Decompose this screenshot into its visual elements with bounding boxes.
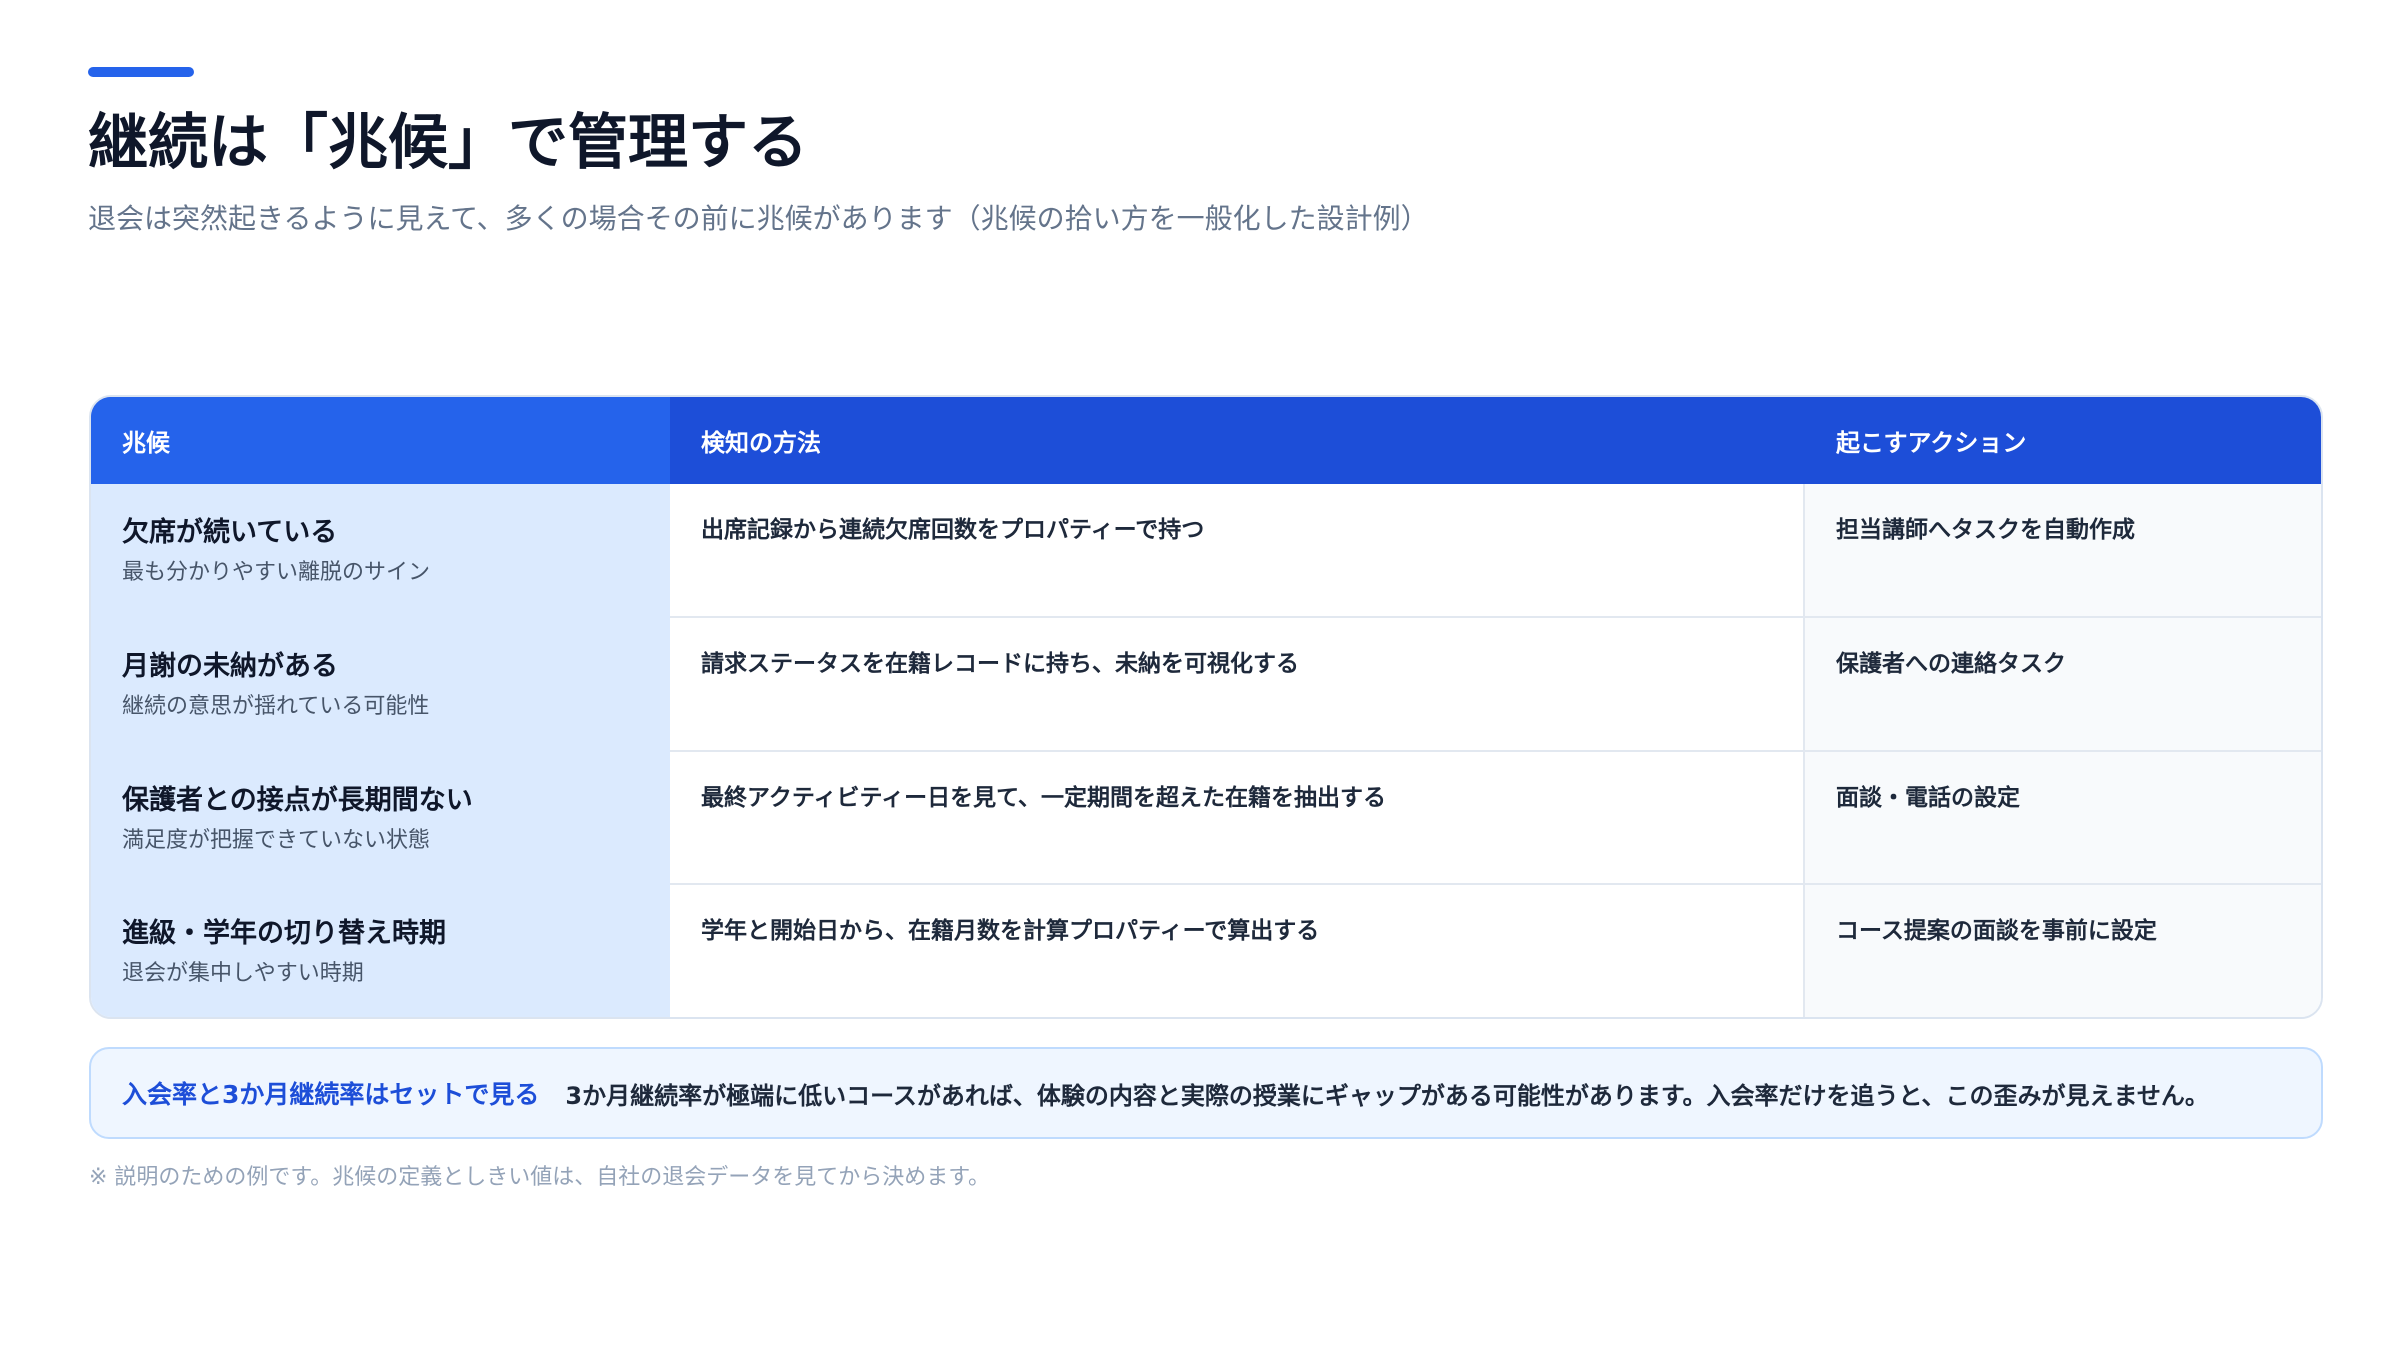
- method-text: 学年と開始日から、在籍月数を計算プロパティーで算出する: [701, 918, 1320, 945]
- title-accent-bar: [88, 67, 194, 77]
- sign-cell: 保護者との接点が長期間ない 満足度が把握できていない状態: [91, 751, 670, 886]
- sign-description: 退会が集中しやすい時期: [122, 961, 364, 987]
- sign-title: 進級・学年の切り替え時期: [122, 918, 446, 950]
- table-row: 保護者との接点が長期間ない 満足度が把握できていない状態 最終アクティビティー日…: [91, 751, 2321, 886]
- table-header: 兆候 検知の方法 起こすアクション: [91, 397, 2321, 484]
- action-text: 担当講師へタスクを自動作成: [1836, 517, 2135, 543]
- column-header-action: 起こすアクション: [1836, 429, 2027, 457]
- action-cell: 担当講師へタスクを自動作成: [1805, 484, 2321, 618]
- sign-cell: 月謝の未納がある 継続の意思が揺れている可能性: [91, 617, 670, 752]
- action-cell: コース提案の面談を事前に設定: [1805, 885, 2321, 1017]
- method-text: 最終アクティビティー日を見て、一定期間を超えた在籍を抽出する: [701, 784, 1386, 811]
- method-cell: 請求ステータスを在籍レコードに持ち、未納を可視化する: [670, 617, 1805, 752]
- table-body: 欠席が続いている 最も分かりやすい離脱のサイン 出席記録から連続欠席回数をプロパ…: [91, 484, 2321, 1017]
- sign-description: 満足度が把握できていない状態: [122, 827, 431, 853]
- method-cell: 最終アクティビティー日を見て、一定期間を超えた在籍を抽出する: [670, 751, 1805, 886]
- action-text: 保護者への連絡タスク: [1836, 650, 2066, 677]
- sign-title: 月謝の未納がある: [122, 650, 338, 682]
- sign-cell: 欠席が続いている 最も分かりやすい離脱のサイン: [91, 484, 670, 618]
- sign-title: 欠席が続いている: [122, 517, 338, 548]
- method-text: 請求ステータスを在籍レコードに持ち、未納を可視化する: [701, 650, 1299, 677]
- method-cell: 出席記録から連続欠席回数をプロパティーで持つ: [670, 484, 1805, 618]
- action-text: 面談・電話の設定: [1836, 784, 2020, 811]
- callout-text: 3か月継続率が極端に低いコースがあれば、体験の内容と実際の授業にギャップがある可…: [565, 1081, 2209, 1110]
- page-subtitle: 退会は突然起きるように見えて、多くの場合その前に兆候があります（兆候の拾い方を一…: [88, 202, 1429, 235]
- column-header-sign: 兆候: [91, 397, 670, 484]
- sign-description: 最も分かりやすい離脱のサイン: [122, 560, 431, 585]
- column-header-method: 検知の方法: [701, 429, 821, 457]
- key-point-callout: 入会率と3か月継続率はセットで見る 3か月継続率が極端に低いコースがあれば、体験…: [89, 1047, 2323, 1139]
- method-text: 出席記録から連続欠席回数をプロパティーで持つ: [701, 517, 1205, 543]
- signals-table: 兆候 検知の方法 起こすアクション 欠席が続いている 最も分かりやすい離脱のサイ…: [89, 395, 2323, 1019]
- action-cell: 保護者への連絡タスク: [1805, 617, 2321, 752]
- sign-description: 継続の意思が揺れている可能性: [122, 693, 430, 719]
- page-title: 継続は「兆候」で管理する: [88, 108, 808, 178]
- action-cell: 面談・電話の設定: [1805, 751, 2321, 886]
- sign-title: 保護者との接点が長期間ない: [122, 784, 473, 816]
- table-row: 進級・学年の切り替え時期 退会が集中しやすい時期 学年と開始日から、在籍月数を計…: [91, 885, 2321, 1017]
- table-row: 月謝の未納がある 継続の意思が揺れている可能性 請求ステータスを在籍レコードに持…: [91, 617, 2321, 752]
- action-text: コース提案の面談を事前に設定: [1836, 918, 2157, 945]
- method-cell: 学年と開始日から、在籍月数を計算プロパティーで算出する: [670, 885, 1805, 1017]
- table-row: 欠席が続いている 最も分かりやすい離脱のサイン 出席記録から連続欠席回数をプロパ…: [91, 484, 2321, 618]
- sign-cell: 進級・学年の切り替え時期 退会が集中しやすい時期: [91, 885, 670, 1017]
- callout-label: 入会率と3か月継続率はセットで見る: [122, 1080, 540, 1109]
- footnote: ※ 説明のための例です。兆候の定義としきい値は、自社の退会データを見てから決めま…: [89, 1165, 991, 1190]
